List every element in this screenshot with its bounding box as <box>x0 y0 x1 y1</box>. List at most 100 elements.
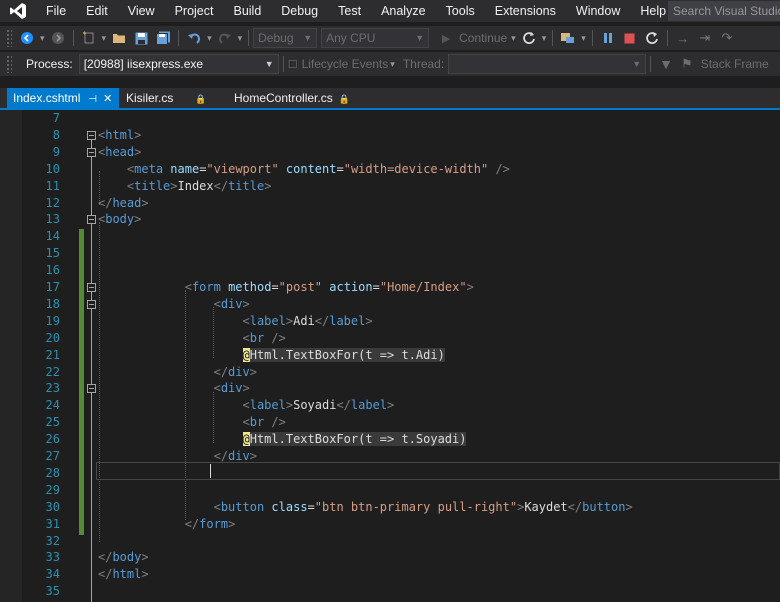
collapse-icon[interactable] <box>87 130 96 140</box>
process-select[interactable]: [20988] iisexpress.exe ▼ <box>78 54 279 74</box>
refresh-dropdown-icon[interactable]: ▾ <box>542 33 547 44</box>
code-line[interactable]: 26 @Html.TextBoxFor(t => t.Soyadi) <box>0 431 780 448</box>
collapse-icon[interactable] <box>87 384 96 394</box>
pause-icon[interactable] <box>597 27 619 49</box>
code-line[interactable]: 20 <br /> <box>0 330 780 347</box>
code-line[interactable]: 28 <box>0 465 780 482</box>
close-icon[interactable]: ✕ <box>103 93 112 105</box>
code-line[interactable]: 10 <meta name="viewport" content="width=… <box>0 161 780 178</box>
tab-kisiler-cs[interactable]: Kisiler.cs 🔒 <box>120 88 228 108</box>
restart-icon[interactable] <box>641 27 663 49</box>
open-folder-icon[interactable] <box>108 27 130 49</box>
code-line[interactable]: 34 </html> <box>0 566 780 583</box>
code-line[interactable]: 29 <box>0 482 780 499</box>
menu-item-build[interactable]: Build <box>223 0 271 22</box>
code-text: </form> <box>98 516 236 533</box>
toolbar-grip[interactable] <box>6 29 12 47</box>
search-input[interactable]: Search Visual Studio ( <box>668 1 780 21</box>
configuration-select[interactable]: Debug ▼ <box>253 28 318 48</box>
pin-icon[interactable]: ⊣ <box>88 94 97 105</box>
code-token: > <box>141 550 149 565</box>
menu-item-view[interactable]: View <box>118 0 165 22</box>
code-line[interactable]: 23 <div> <box>0 380 780 397</box>
step-into-icon[interactable]: ⇥ <box>694 27 716 49</box>
code-line[interactable]: 22 </div> <box>0 364 780 381</box>
undo-icon[interactable] <box>183 27 205 49</box>
menu-item-window[interactable]: Window <box>566 0 630 22</box>
collapse-icon[interactable] <box>87 283 96 292</box>
lifecycle-events-button[interactable]: Lifecycle Events <box>302 57 389 71</box>
code-line[interactable]: 14 <box>0 228 780 245</box>
continue-play-icon[interactable]: ▶ <box>435 27 457 49</box>
save-all-icon[interactable] <box>152 27 174 49</box>
step-over-icon[interactable]: ↷ <box>716 27 738 49</box>
toolbar-separator <box>650 56 652 72</box>
back-dropdown-icon[interactable]: ▾ <box>40 33 45 44</box>
menu-item-analyze[interactable]: Analyze <box>371 0 435 22</box>
forward-icon[interactable] <box>47 27 69 49</box>
show-next-statement-icon[interactable]: → <box>672 27 694 49</box>
new-dropdown-icon[interactable]: ▾ <box>102 33 107 44</box>
new-project-icon[interactable] <box>78 27 100 49</box>
menu-item-test[interactable]: Test <box>328 0 371 22</box>
code-token: @ <box>242 347 250 362</box>
code-line[interactable]: 7 <box>0 110 780 127</box>
browser-link-dropdown-icon[interactable]: ▾ <box>581 33 586 44</box>
line-number: 25 <box>45 415 60 430</box>
visual-studio-logo-icon[interactable] <box>0 0 36 22</box>
code-line[interactable]: 16 <box>0 262 780 279</box>
tab-homecontroller-cs[interactable]: HomeController.cs 🔒 <box>228 88 368 108</box>
save-icon[interactable] <box>130 27 152 49</box>
filter-icon[interactable]: ▼ <box>659 56 673 72</box>
menu-item-tools[interactable]: Tools <box>436 0 485 22</box>
redo-icon[interactable] <box>214 27 236 49</box>
code-line[interactable]: 30 <button class="btn btn-primary pull-r… <box>0 499 780 516</box>
code-line[interactable]: 25 <br /> <box>0 414 780 431</box>
line-number: 22 <box>45 364 60 379</box>
configuration-value: Debug <box>258 31 294 45</box>
lifecycle-dropdown-icon[interactable]: ▾ <box>390 59 395 70</box>
code-line[interactable]: 9 <head> <box>0 144 780 161</box>
code-line[interactable]: 18 <div> <box>0 296 780 313</box>
code-line[interactable]: 19 <label>Adi</label> <box>0 313 780 330</box>
undo-dropdown-icon[interactable]: ▾ <box>207 33 212 44</box>
code-line[interactable]: 35 <box>0 583 780 600</box>
code-token: Soyadi <box>293 398 337 413</box>
thread-select[interactable]: ▼ <box>448 54 647 74</box>
code-line[interactable]: 15 <box>0 245 780 262</box>
stop-icon[interactable] <box>619 27 641 49</box>
back-icon[interactable] <box>16 27 38 49</box>
menu-item-file[interactable]: File <box>36 0 76 22</box>
menu-item-debug[interactable]: Debug <box>271 0 328 22</box>
code-line[interactable]: 31 </form> <box>0 516 780 533</box>
code-editor[interactable]: 7 8 <html> 9 <head> 10 <meta name="viewport" … <box>0 110 780 602</box>
code-line[interactable]: 27 </div> <box>0 448 780 465</box>
code-line[interactable]: 21 @Html.TextBoxFor(t => t.Adi) <box>0 347 780 364</box>
redo-dropdown-icon[interactable]: ▾ <box>238 33 243 44</box>
code-line[interactable]: 17 <form method="post" action="Home/Inde… <box>0 279 780 296</box>
continue-button[interactable]: Continue <box>459 31 507 45</box>
code-line[interactable]: 13 <body> <box>0 211 780 228</box>
platform-select[interactable]: Any CPU ▼ <box>321 28 430 48</box>
code-token: > <box>141 567 149 582</box>
continue-dropdown-icon[interactable]: ▾ <box>511 33 516 44</box>
collapse-icon[interactable] <box>87 215 96 225</box>
code-line[interactable]: 12 </head> <box>0 195 780 212</box>
flag-thread-icon[interactable]: ⚑ <box>681 56 693 72</box>
tab-index-cshtml[interactable]: Index.cshtml ⊣ ✕ <box>7 88 119 108</box>
toolbar-grip[interactable] <box>6 55 12 73</box>
collapse-icon[interactable] <box>87 147 96 157</box>
code-line[interactable]: 8 <html> <box>0 127 780 144</box>
menu-item-project[interactable]: Project <box>165 0 224 22</box>
collapse-icon[interactable] <box>87 299 96 309</box>
browser-link-icon[interactable] <box>557 27 579 49</box>
code-line[interactable]: 24 <label>Soyadi</label> <box>0 397 780 414</box>
code-line[interactable]: 32 <box>0 533 780 550</box>
code-line[interactable]: 11 <title>Index</title> <box>0 178 780 195</box>
menu-item-extensions[interactable]: Extensions <box>485 0 566 22</box>
menu-items: File Edit View Project Build Debug Test Analyze… <box>36 0 676 22</box>
refresh-icon[interactable] <box>518 27 540 49</box>
code-line[interactable]: 33 </body> <box>0 549 780 566</box>
menu-item-edit[interactable]: Edit <box>76 0 118 22</box>
